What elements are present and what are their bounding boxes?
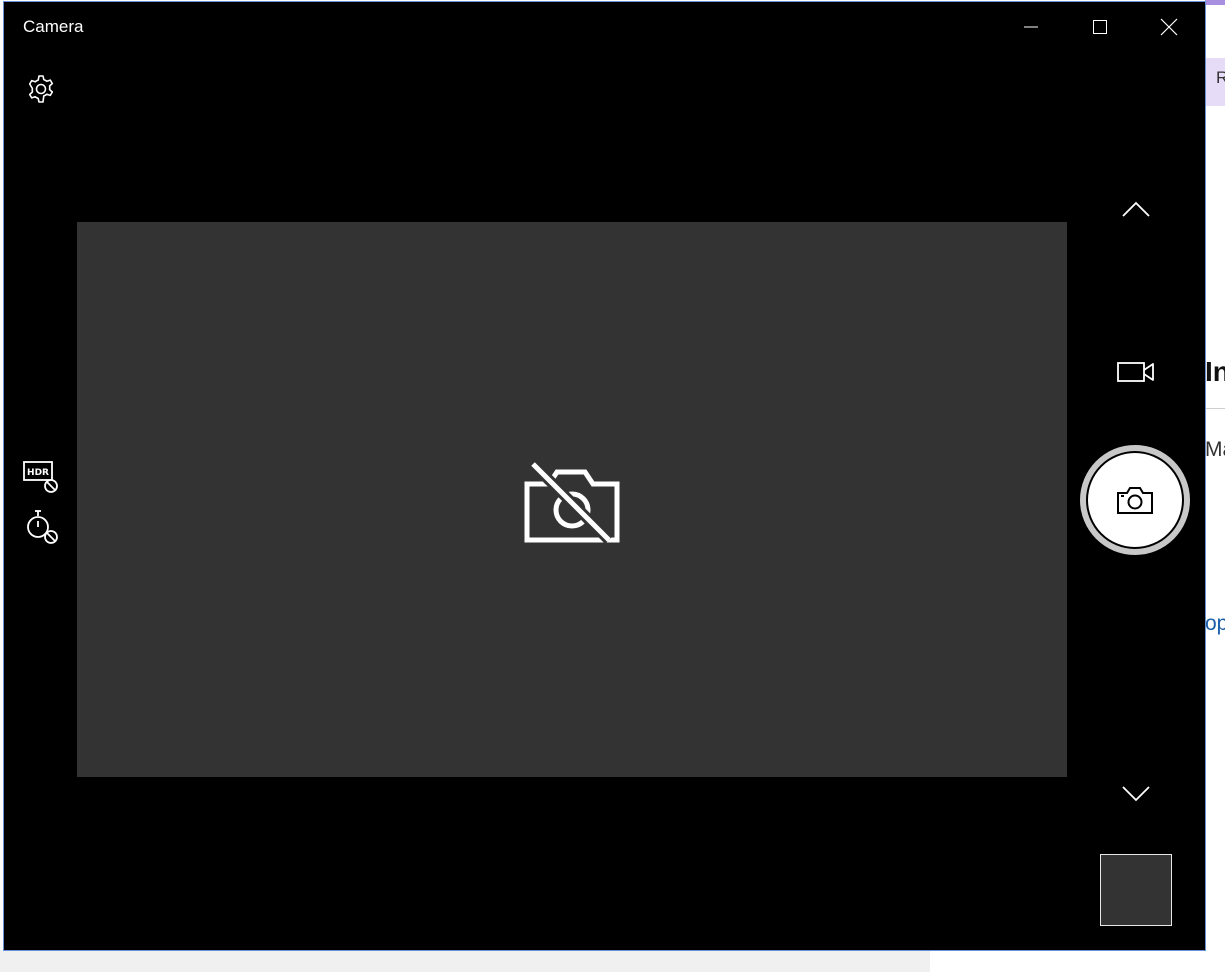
background-text-r: R [1216, 68, 1225, 87]
background-text: Ma [1205, 438, 1225, 461]
shutter-ring [1086, 451, 1184, 549]
video-camera-icon [1117, 362, 1154, 382]
background-window-strip [1205, 0, 1225, 5]
hdr-label: HDR [27, 468, 49, 478]
video-mode-button[interactable] [1114, 357, 1158, 387]
hdr-toggle[interactable]: HDR [22, 460, 60, 494]
maximize-icon [1093, 20, 1107, 34]
timer-off-icon [27, 510, 58, 544]
gear-icon [28, 75, 54, 103]
last-capture-thumbnail[interactable] [1100, 854, 1172, 926]
close-icon [1160, 18, 1178, 36]
shutter-face [1088, 453, 1182, 547]
camera-preview [77, 222, 1067, 777]
camera-unavailable-icon [524, 460, 620, 544]
maximize-button[interactable] [1066, 2, 1134, 52]
hdr-off-icon: HDR [23, 461, 58, 493]
window-title: Camera [23, 17, 84, 36]
chevron-up-icon [1122, 201, 1150, 217]
minimize-button[interactable] [997, 2, 1065, 52]
mode-up-button[interactable] [1116, 194, 1156, 224]
background-divider [1205, 408, 1225, 409]
background-link[interactable]: op [1205, 612, 1225, 636]
timer-toggle[interactable] [22, 508, 60, 546]
mode-down-button[interactable] [1116, 778, 1156, 808]
background-heading: In [1205, 356, 1225, 387]
minimize-icon [1024, 26, 1038, 28]
camera-window: Camera HDR [4, 2, 1205, 950]
take-photo-button[interactable] [1080, 445, 1190, 555]
settings-button[interactable] [24, 72, 58, 106]
background-bottom-area [0, 950, 930, 972]
close-button[interactable] [1135, 2, 1203, 52]
camera-icon [1117, 487, 1153, 514]
chevron-down-icon [1122, 786, 1150, 802]
title-bar[interactable]: Camera [4, 2, 1205, 52]
